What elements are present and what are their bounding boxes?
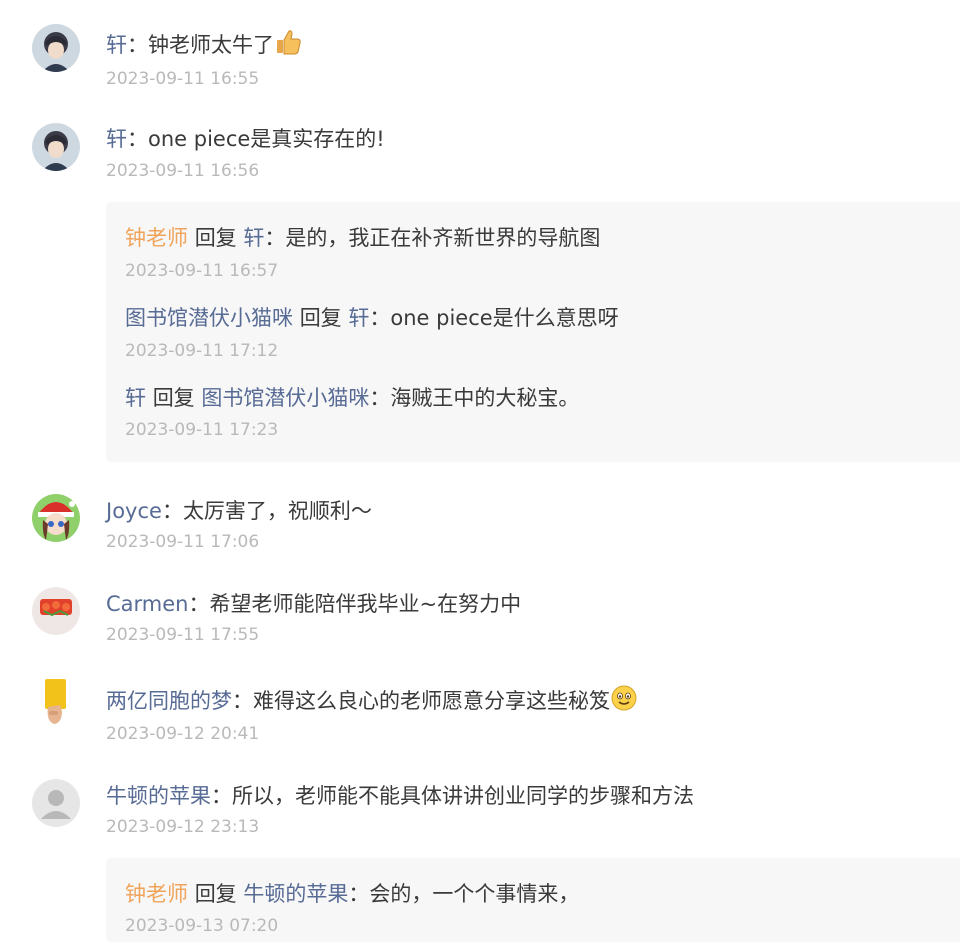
reply-to[interactable]: 轩 [348, 306, 369, 330]
reply-text: 会的，一个个事情来， [369, 882, 580, 906]
avatar[interactable] [32, 494, 80, 542]
reply-verb: 回复 [194, 882, 237, 906]
reply-verb: 回复 [299, 306, 342, 330]
comment-time: 2023-09-12 23:13 [106, 817, 260, 837]
avatar[interactable] [32, 779, 80, 827]
comment-time: 2023-09-11 16:55 [106, 69, 260, 89]
comment-text: 希望老师能陪伴我毕业~在努力中 [209, 592, 522, 616]
reply-line: 图书馆潜伏小猫咪 回复 轩：one piece是什么意思呀 [125, 306, 619, 330]
comment-time: 2023-09-11 17:06 [106, 532, 260, 552]
thumbs-up-icon [274, 28, 302, 63]
reply-from[interactable]: 钟老师 [125, 882, 188, 906]
avatar[interactable] [32, 24, 80, 72]
reply-time: 2023-09-11 17:23 [125, 420, 279, 440]
reply-line: 钟老师 回复 牛顿的苹果：会的，一个个事情来， [125, 882, 580, 906]
comment-time: 2023-09-12 20:41 [106, 724, 260, 744]
comment-text: 钟老师太牛了 [148, 33, 274, 57]
avatar[interactable] [32, 677, 80, 725]
comment-line: 轩：one piece是真实存在的! [106, 127, 385, 151]
avatar[interactable] [32, 587, 80, 635]
reply-time: 2023-09-13 07:20 [125, 916, 279, 936]
reply-verb: 回复 [152, 386, 195, 410]
reply-line: 钟老师 回复 轩：是的，我正在补齐新世界的导航图 [125, 226, 601, 250]
comment-line: Joyce：太厉害了，祝顺利～ [106, 499, 372, 523]
comment-author[interactable]: 轩 [106, 33, 127, 57]
reply-text: 海贼王中的大秘宝。 [390, 386, 580, 410]
reply-time: 2023-09-11 16:57 [125, 261, 279, 281]
comment-author[interactable]: 轩 [106, 127, 127, 151]
comment-text: 太厉害了，祝顺利～ [182, 499, 372, 523]
comment-author[interactable]: Joyce [106, 499, 162, 523]
reply-time: 2023-09-11 17:12 [125, 341, 279, 361]
reply-from[interactable]: 钟老师 [125, 226, 188, 250]
comment-author[interactable]: 两亿同胞的梦 [106, 689, 232, 713]
reply-line: 轩 回复 图书馆潜伏小猫咪：海贼王中的大秘宝。 [125, 386, 580, 410]
comment-text: 难得这么良心的老师愿意分享这些秘笈 [253, 689, 610, 713]
smile-icon [610, 684, 638, 719]
comment-author[interactable]: Carmen [106, 592, 188, 616]
comment-text: one piece是真实存在的! [148, 127, 385, 151]
reply-text: 是的，我正在补齐新世界的导航图 [285, 226, 601, 250]
comment-author[interactable]: 牛顿的苹果 [106, 784, 211, 808]
comment-line: 牛顿的苹果：所以，老师能不能具体讲讲创业同学的步骤和方法 [106, 784, 694, 808]
reply-from[interactable]: 图书馆潜伏小猫咪 [125, 306, 293, 330]
comment-time: 2023-09-11 16:56 [106, 161, 260, 181]
reply-from[interactable]: 轩 [125, 386, 146, 410]
comment-line: 轩：钟老师太牛了 [106, 28, 302, 63]
comment-text: 所以，老师能不能具体讲讲创业同学的步骤和方法 [232, 784, 694, 808]
reply-to[interactable]: 牛顿的苹果 [243, 882, 348, 906]
avatar[interactable] [32, 123, 80, 171]
reply-box: 钟老师 回复 牛顿的苹果：会的，一个个事情来， 2023-09-13 07:20 [106, 858, 960, 942]
reply-verb: 回复 [194, 226, 237, 250]
comment-line: Carmen：希望老师能陪伴我毕业~在努力中 [106, 592, 522, 616]
reply-text: one piece是什么意思呀 [390, 306, 619, 330]
reply-to[interactable]: 图书馆潜伏小猫咪 [201, 386, 369, 410]
reply-to[interactable]: 轩 [243, 226, 264, 250]
comment-line: 两亿同胞的梦：难得这么良心的老师愿意分享这些秘笈 [106, 684, 638, 719]
comment-time: 2023-09-11 17:55 [106, 625, 260, 645]
reply-box: 钟老师 回复 轩：是的，我正在补齐新世界的导航图 2023-09-11 16:5… [106, 202, 960, 462]
